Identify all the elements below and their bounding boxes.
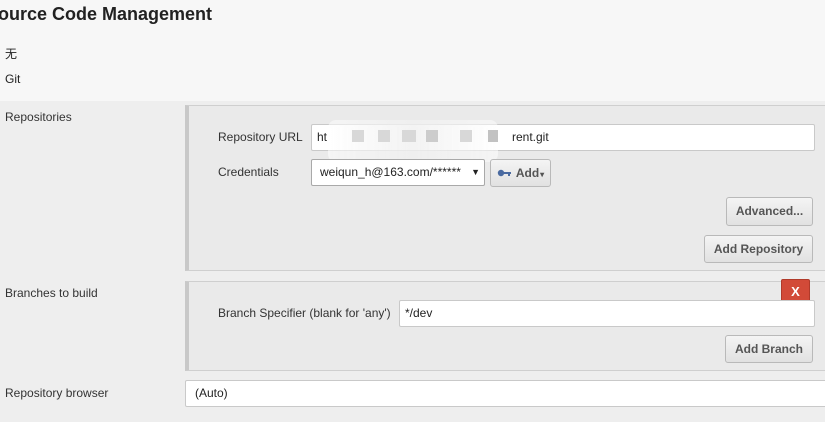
add-repository-button[interactable]: Add Repository xyxy=(704,235,813,263)
repository-browser-select[interactable]: (Auto) xyxy=(185,380,825,407)
branch-specifier-label: Branch Specifier (blank for 'any') xyxy=(218,306,391,320)
branch-specifier-input[interactable]: */dev xyxy=(399,300,815,327)
repositories-label: Repositories xyxy=(5,110,72,124)
repository-url-label: Repository URL xyxy=(218,130,303,144)
advanced-button[interactable]: Advanced... xyxy=(726,197,813,226)
dropdown-arrow-icon: ▼ xyxy=(471,167,480,177)
add-credentials-button[interactable]: Add▾ xyxy=(490,159,551,187)
repository-url-prefix: ht xyxy=(317,130,328,144)
scm-option-none[interactable]: 无 xyxy=(5,45,17,62)
scm-option-git[interactable]: Git xyxy=(5,72,20,86)
add-dropdown-icon: ▾ xyxy=(540,170,545,179)
credentials-select[interactable]: weiqun_h@163.com/****** ▼ xyxy=(311,159,485,186)
credentials-label: Credentials xyxy=(218,165,279,179)
add-credentials-label: Add xyxy=(515,166,540,180)
key-icon xyxy=(497,161,513,187)
url-redaction xyxy=(328,120,498,162)
branches-label: Branches to build xyxy=(5,286,98,300)
repository-browser-label: Repository browser xyxy=(5,386,109,400)
section-title: ource Code Management xyxy=(0,4,213,24)
add-branch-button[interactable]: Add Branch xyxy=(725,335,813,363)
repository-url-suffix: rent.git xyxy=(512,130,549,144)
credentials-value: weiqun_h@163.com/****** xyxy=(320,165,461,179)
